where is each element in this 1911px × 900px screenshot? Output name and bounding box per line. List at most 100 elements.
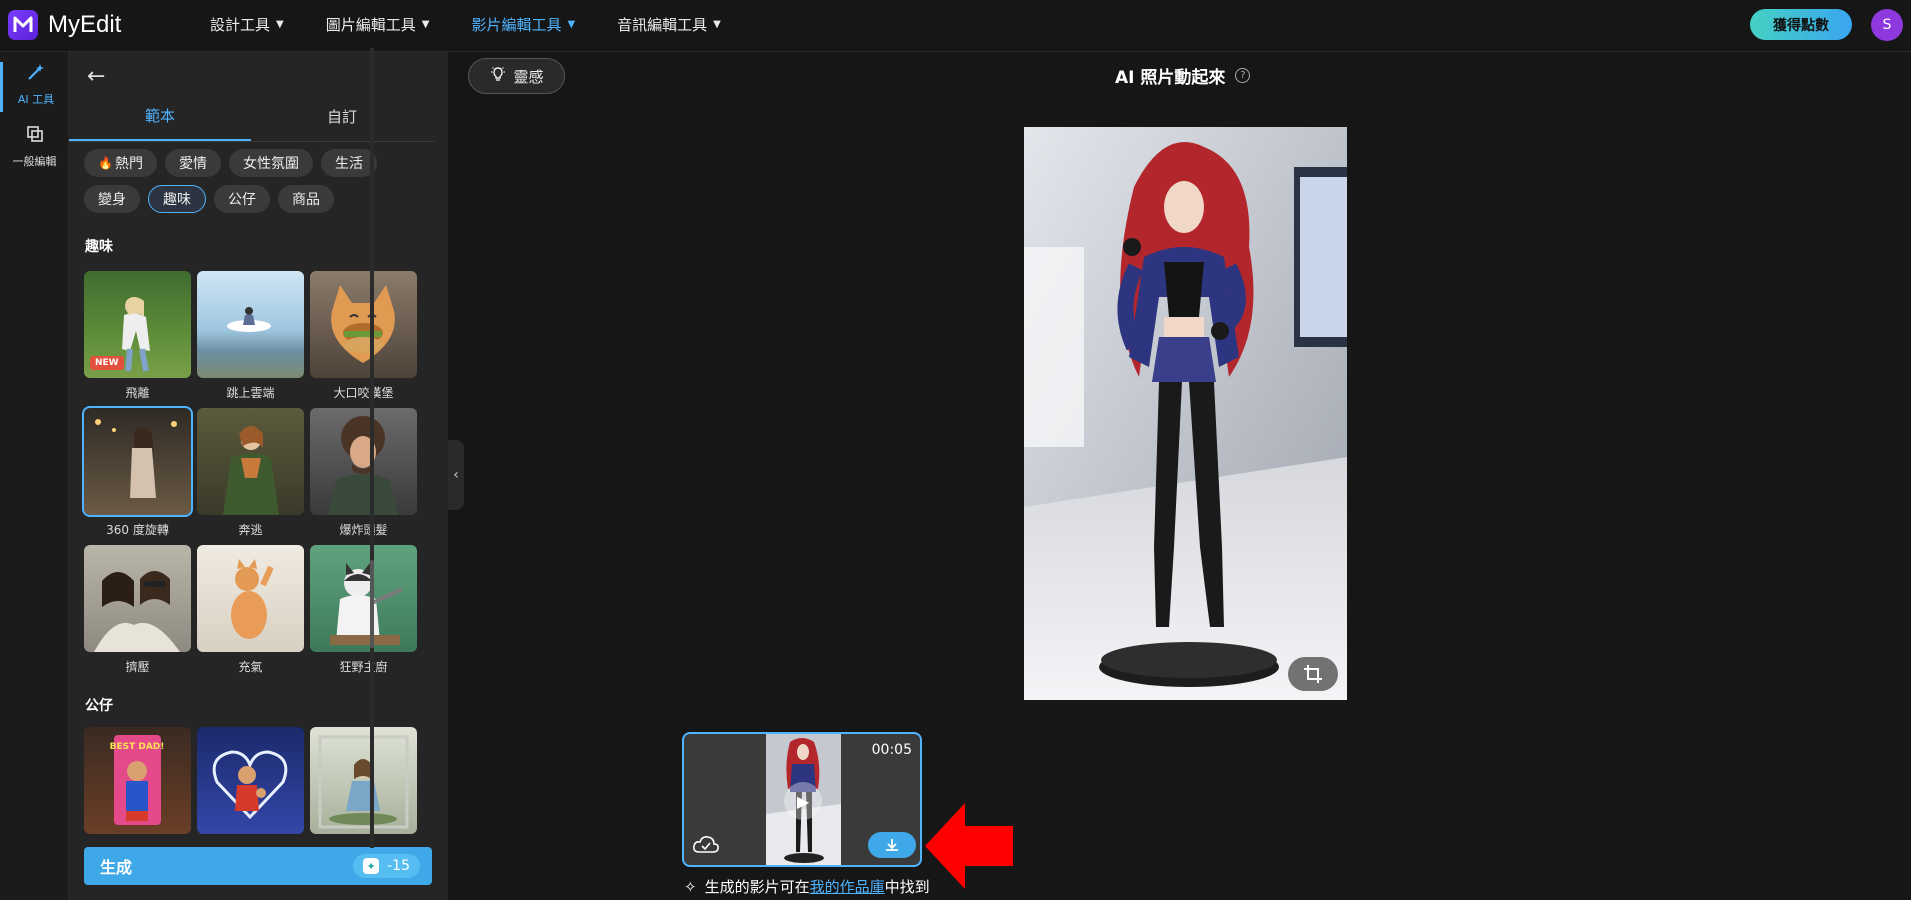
chip-hot[interactable]: 🔥 熱門 <box>84 149 157 177</box>
template-card[interactable]: 360 度旋轉 <box>82 406 193 538</box>
generate-label: 生成 <box>100 858 133 877</box>
template-thumbnail <box>310 408 417 515</box>
section-title-figure: 公仔 <box>85 698 113 714</box>
cloud-saved-icon[interactable] <box>692 834 720 859</box>
tab-custom[interactable]: 自訂 <box>251 92 433 141</box>
nav-design-tools[interactable]: 設計工具 ▼ <box>210 14 284 35</box>
template-caption: 跳上雲端 <box>226 386 275 400</box>
rail-label: AI 工具 <box>17 93 55 106</box>
app-name: MyEdit <box>48 11 122 38</box>
template-caption: 擠壓 <box>125 660 150 674</box>
chip-transform[interactable]: 變身 <box>84 185 140 213</box>
nav-audio-tools[interactable]: 音訊編輯工具 ▼ <box>617 14 721 35</box>
rail-ai-tools[interactable]: AI 工具 <box>0 62 69 112</box>
chevron-left-icon: ‹ <box>453 467 459 483</box>
generate-button[interactable]: 生成 ✦ -15 <box>84 847 432 885</box>
template-thumbnail <box>310 271 417 378</box>
video-duration: 00:05 <box>871 742 912 758</box>
library-note: ✧ 生成的影片可在 我的作品庫 中找到 <box>684 876 930 897</box>
template-card[interactable]: 擠壓 <box>84 545 191 675</box>
section-title-fun: 趣味 <box>85 239 113 255</box>
template-card[interactable]: 奔逃 <box>197 408 304 538</box>
logo[interactable]: MyEdit <box>8 10 121 40</box>
template-caption: 狂野主廚 <box>339 660 388 674</box>
template-thumbnail <box>82 406 193 517</box>
chip-fun[interactable]: 趣味 <box>148 185 206 213</box>
nav-label: 影片編輯工具 <box>471 15 562 34</box>
chip-love[interactable]: 愛情 <box>164 149 221 177</box>
chevron-down-icon: ▼ <box>276 18 284 30</box>
template-thumbnail <box>310 727 417 834</box>
image-preview <box>1024 127 1347 700</box>
chip-figure[interactable]: 公仔 <box>214 185 270 213</box>
play-icon[interactable]: ▶ <box>784 782 822 820</box>
top-bar: MyEdit 設計工具 ▼ 圖片編輯工具 ▼ 影片編輯工具 ▼ 音訊編輯工具 ▼ 獲得點… <box>0 0 1911 52</box>
tab-templates[interactable]: 範本 <box>69 92 251 141</box>
panel-scrollbar-track[interactable] <box>370 48 374 848</box>
template-caption: 360 度旋轉 <box>106 523 169 537</box>
template-card[interactable]: 充氣 <box>197 545 304 675</box>
template-card[interactable]: 跳上雲端 <box>197 271 304 401</box>
credit-gem-icon: ✦ <box>363 858 380 874</box>
panel-scrollbar-thumb[interactable] <box>370 560 374 648</box>
template-thumbnail <box>197 408 304 515</box>
nav-video-tools[interactable]: 影片編輯工具 ▼ <box>471 14 575 35</box>
page-title: AI 照片動起來 ? <box>1115 63 1251 88</box>
inspiration-label: 靈感 <box>513 67 544 86</box>
chip-female-vibe[interactable]: 女性氛圍 <box>228 149 313 177</box>
nav-label: 圖片編輯工具 <box>325 15 416 34</box>
new-badge: NEW <box>90 356 124 370</box>
chevron-down-icon: ▼ <box>421 18 430 30</box>
chip-label: 熱門 <box>114 156 143 172</box>
template-thumbnail <box>197 727 304 834</box>
template-card[interactable] <box>310 727 417 834</box>
chevron-down-icon: ▼ <box>567 18 576 30</box>
template-card[interactable]: 大口咬漢堡 <box>310 271 417 401</box>
rail-general-edit[interactable]: 一般編輯 <box>0 124 69 174</box>
get-points-button[interactable]: 獲得點數 <box>1750 9 1852 40</box>
nav-label: 設計工具 <box>210 15 271 34</box>
template-caption: 奔逃 <box>238 523 263 537</box>
myedit-logo-icon <box>8 10 38 40</box>
tool-rail: AI 工具 一般編輯 <box>0 52 69 900</box>
crop-button[interactable] <box>1288 657 1338 691</box>
template-caption: 大口咬漢堡 <box>333 386 394 400</box>
template-card[interactable] <box>197 727 304 834</box>
panel-tabs: 範本 自訂 <box>69 92 434 142</box>
template-card[interactable]: BEST DAD! <box>84 727 191 834</box>
chip-product[interactable]: 商品 <box>278 185 334 213</box>
template-thumbnail <box>197 271 304 378</box>
template-thumbnail <box>84 545 191 652</box>
download-button[interactable] <box>868 832 916 858</box>
back-arrow-icon[interactable]: ← <box>87 64 105 89</box>
red-arrow-annotation <box>925 803 1013 889</box>
template-caption: 充氣 <box>238 660 263 674</box>
template-thumbnail: NEW <box>84 271 191 378</box>
download-icon <box>886 839 898 851</box>
template-thumbnail <box>197 545 304 652</box>
credit-cost-badge: ✦ -15 <box>353 854 420 878</box>
template-thumbnail: BEST DAD! <box>84 727 191 834</box>
chip-life[interactable]: 生活 <box>320 149 377 177</box>
fire-icon: 🔥 <box>98 156 113 170</box>
template-card[interactable]: 爆炸頭髮 <box>310 408 417 538</box>
lightbulb-icon <box>489 65 507 87</box>
note-suffix: 中找到 <box>884 878 930 896</box>
inspiration-button[interactable]: 靈感 <box>468 58 565 94</box>
help-icon[interactable]: ? <box>1235 68 1251 83</box>
template-thumbnail <box>310 545 417 652</box>
collapse-panel-button[interactable]: ‹ <box>448 440 464 510</box>
template-card[interactable]: NEW 飛離 <box>84 271 191 401</box>
nav-label: 音訊編輯工具 <box>617 15 708 34</box>
note-prefix: 生成的影片可在 <box>704 878 810 896</box>
credit-cost: -15 <box>387 858 410 874</box>
template-card[interactable]: 狂野主廚 <box>310 545 417 675</box>
generated-video-card[interactable]: 00:05 ▶ <box>682 732 922 867</box>
avatar[interactable]: S <box>1871 9 1903 41</box>
crop-icon <box>1304 665 1322 683</box>
chevron-down-icon: ▼ <box>713 18 721 30</box>
nav-image-tools[interactable]: 圖片編輯工具 ▼ <box>326 14 430 35</box>
sparkle-icon: ✧ <box>684 877 697 896</box>
category-chips: 🔥 熱門 愛情 女性氛圍 生活 變身 趣味 公仔 商品 <box>84 149 429 221</box>
my-library-link[interactable]: 我的作品庫 <box>810 876 885 897</box>
